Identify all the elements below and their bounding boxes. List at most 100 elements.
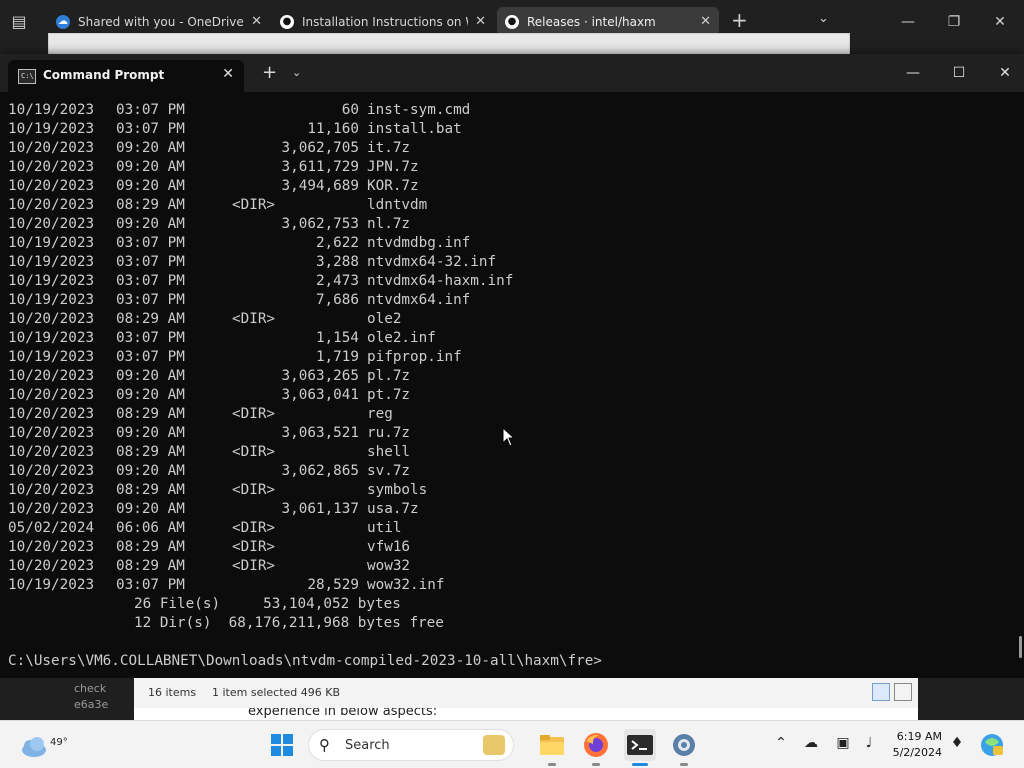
listing-size: 3,611,729	[281, 159, 359, 175]
github-icon: ●	[505, 15, 519, 29]
listing-size: 3,288	[315, 254, 359, 270]
dir-listing-row: 10/19/2023 03:07 PM 60 inst-sym.cmd	[8, 101, 1008, 120]
listing-size: 11,160	[307, 121, 359, 137]
listing-name: pt.7z	[367, 387, 411, 403]
listing-size: 3,061,137	[281, 501, 359, 517]
onedrive-tray-icon[interactable]: ☁	[800, 735, 822, 751]
listing-time: 03:07 PM	[116, 349, 185, 365]
listing-size: 60	[341, 102, 359, 118]
minimize-icon[interactable]: —	[898, 60, 928, 86]
listing-date: 10/19/2023	[8, 121, 95, 137]
listing-date: 10/19/2023	[8, 254, 95, 270]
restore-icon[interactable]: ❐	[940, 10, 968, 34]
listing-name: pifprop.inf	[367, 349, 462, 365]
maximize-icon[interactable]: ☐	[944, 60, 974, 86]
browser-tab-strip: ▤ ☁ Shared with you - OneDrive ✕ ● Insta…	[0, 0, 1024, 57]
listing-size: 7,686	[315, 292, 359, 308]
listing-time: 09:20 AM	[116, 140, 185, 156]
listing-name: ole2	[367, 311, 402, 327]
listing-date: 05/02/2024	[8, 520, 95, 536]
clock[interactable]: 6:19 AM 5/2/2024	[892, 729, 942, 761]
network-icon[interactable]: ▣	[832, 735, 854, 751]
chevron-up-icon[interactable]: ⌃	[770, 735, 792, 751]
close-icon[interactable]: ✕	[222, 66, 234, 82]
github-icon: ●	[280, 15, 294, 29]
close-icon[interactable]: ✕	[986, 10, 1014, 34]
file-explorer-icon[interactable]	[536, 729, 568, 761]
listing-date: 10/20/2023	[8, 311, 95, 327]
search-label: Search	[345, 738, 390, 753]
listing-time: 09:20 AM	[116, 463, 185, 479]
listing-size: 1,154	[315, 330, 359, 346]
listing-time: 09:20 AM	[116, 216, 185, 232]
cloud-icon	[22, 737, 46, 757]
mouse-cursor-icon	[502, 427, 516, 447]
volume-icon[interactable]: ♩	[858, 735, 880, 751]
listing-name: it.7z	[367, 140, 411, 156]
notification-bell-icon[interactable]: ♦	[946, 735, 968, 751]
listing-name: symbols	[367, 482, 428, 498]
listing-name: ntvdmdbg.inf	[367, 235, 471, 251]
start-icon[interactable]	[266, 729, 298, 761]
settings-icon[interactable]	[668, 729, 700, 761]
listing-date: 10/20/2023	[8, 368, 95, 384]
listing-name: wow32.inf	[367, 577, 445, 593]
new-tab-icon[interactable]: +	[731, 8, 748, 32]
listing-size: <DIR>	[232, 482, 276, 498]
terminal-icon[interactable]	[624, 729, 656, 761]
chevron-down-icon[interactable]: ⌄	[292, 66, 301, 79]
terminal-scrollbar[interactable]	[1019, 636, 1022, 658]
listing-name: inst-sym.cmd	[367, 102, 471, 118]
listing-name: usa.7z	[367, 501, 419, 517]
listing-name: sv.7z	[367, 463, 411, 479]
copilot-icon[interactable]	[976, 729, 1008, 761]
listing-name: util	[367, 520, 402, 536]
terminal-titlebar[interactable]: C:\ Command Prompt ✕ + ⌄ — ☐ ✕	[0, 54, 1024, 92]
listing-name: vfw16	[367, 539, 411, 555]
listing-name: ntvdmx64-32.inf	[367, 254, 497, 270]
listing-name: KOR.7z	[367, 178, 419, 194]
listing-date: 10/20/2023	[8, 425, 95, 441]
listing-time: 03:07 PM	[116, 254, 185, 270]
minimize-icon[interactable]: —	[894, 10, 922, 34]
taskbar-search[interactable]: ⚲ Search	[308, 729, 514, 761]
chevron-down-icon[interactable]: ⌄	[818, 11, 829, 26]
dir-listing-row: 10/20/2023 08:29 AM <DIR> ldntvdm	[8, 196, 1008, 215]
listing-size: <DIR>	[232, 520, 276, 536]
new-tab-icon[interactable]: +	[262, 62, 277, 83]
listing-date: 10/19/2023	[8, 577, 95, 593]
listing-date: 10/20/2023	[8, 178, 95, 194]
dir-listing-row: 10/20/2023 09:20 AM 3,611,729 JPN.7z	[8, 158, 1008, 177]
dir-listing-row: 10/19/2023 03:07 PM 2,473 ntvdmx64-haxm.inf	[8, 272, 1008, 291]
listing-size: 2,622	[315, 235, 359, 251]
dir-listing-row: 10/20/2023 09:20 AM 3,062,865 sv.7z	[8, 462, 1008, 481]
weather-widget[interactable]: 49°	[18, 729, 68, 761]
dir-listing-row: 10/19/2023 03:07 PM 1,719 pifprop.inf	[8, 348, 1008, 367]
firefox-icon[interactable]	[580, 729, 612, 761]
background-page: experience in below aspects:	[134, 708, 918, 720]
terminal-output[interactable]: 10/19/2023 03:07 PM 60 inst-sym.cmd 10/19/20…	[8, 101, 1008, 676]
terminal-tab[interactable]: C:\ Command Prompt ✕	[8, 60, 244, 92]
details-view-icon[interactable]	[872, 683, 890, 701]
browser-tab-actions-icon[interactable]: ▤	[8, 11, 30, 33]
listing-date: 10/20/2023	[8, 501, 95, 517]
listing-size: <DIR>	[232, 539, 276, 555]
dir-listing-row: 10/19/2023 03:07 PM 2,622 ntvdmdbg.inf	[8, 234, 1008, 253]
tiles-view-icon[interactable]	[894, 683, 912, 701]
close-icon[interactable]: ✕	[990, 60, 1020, 86]
listing-name: ntvdmx64-haxm.inf	[367, 273, 514, 289]
listing-name: install.bat	[367, 121, 462, 137]
temperature: 49°	[50, 737, 68, 748]
listing-name: ole2.inf	[367, 330, 436, 346]
dir-listing-row: 10/19/2023 03:07 PM 11,160 install.bat	[8, 120, 1008, 139]
clock-time: 6:19 AM	[896, 730, 942, 743]
listing-time: 03:07 PM	[116, 330, 185, 346]
dir-listing-row: 10/19/2023 03:07 PM 1,154 ole2.inf	[8, 329, 1008, 348]
dir-listing-row: 10/20/2023 09:20 AM 3,063,265 pl.7z	[8, 367, 1008, 386]
listing-name: JPN.7z	[367, 159, 419, 175]
listing-time: 09:20 AM	[116, 368, 185, 384]
explorer-left-text: check	[74, 682, 107, 695]
listing-date: 10/20/2023	[8, 197, 95, 213]
terminal-window[interactable]: C:\ Command Prompt ✕ + ⌄ — ☐ ✕ 10/19/202…	[0, 54, 1024, 678]
command-prompt-line[interactable]: C:\Users\VM6.COLLABNET\Downloads\ntvdm-c…	[8, 652, 1008, 671]
